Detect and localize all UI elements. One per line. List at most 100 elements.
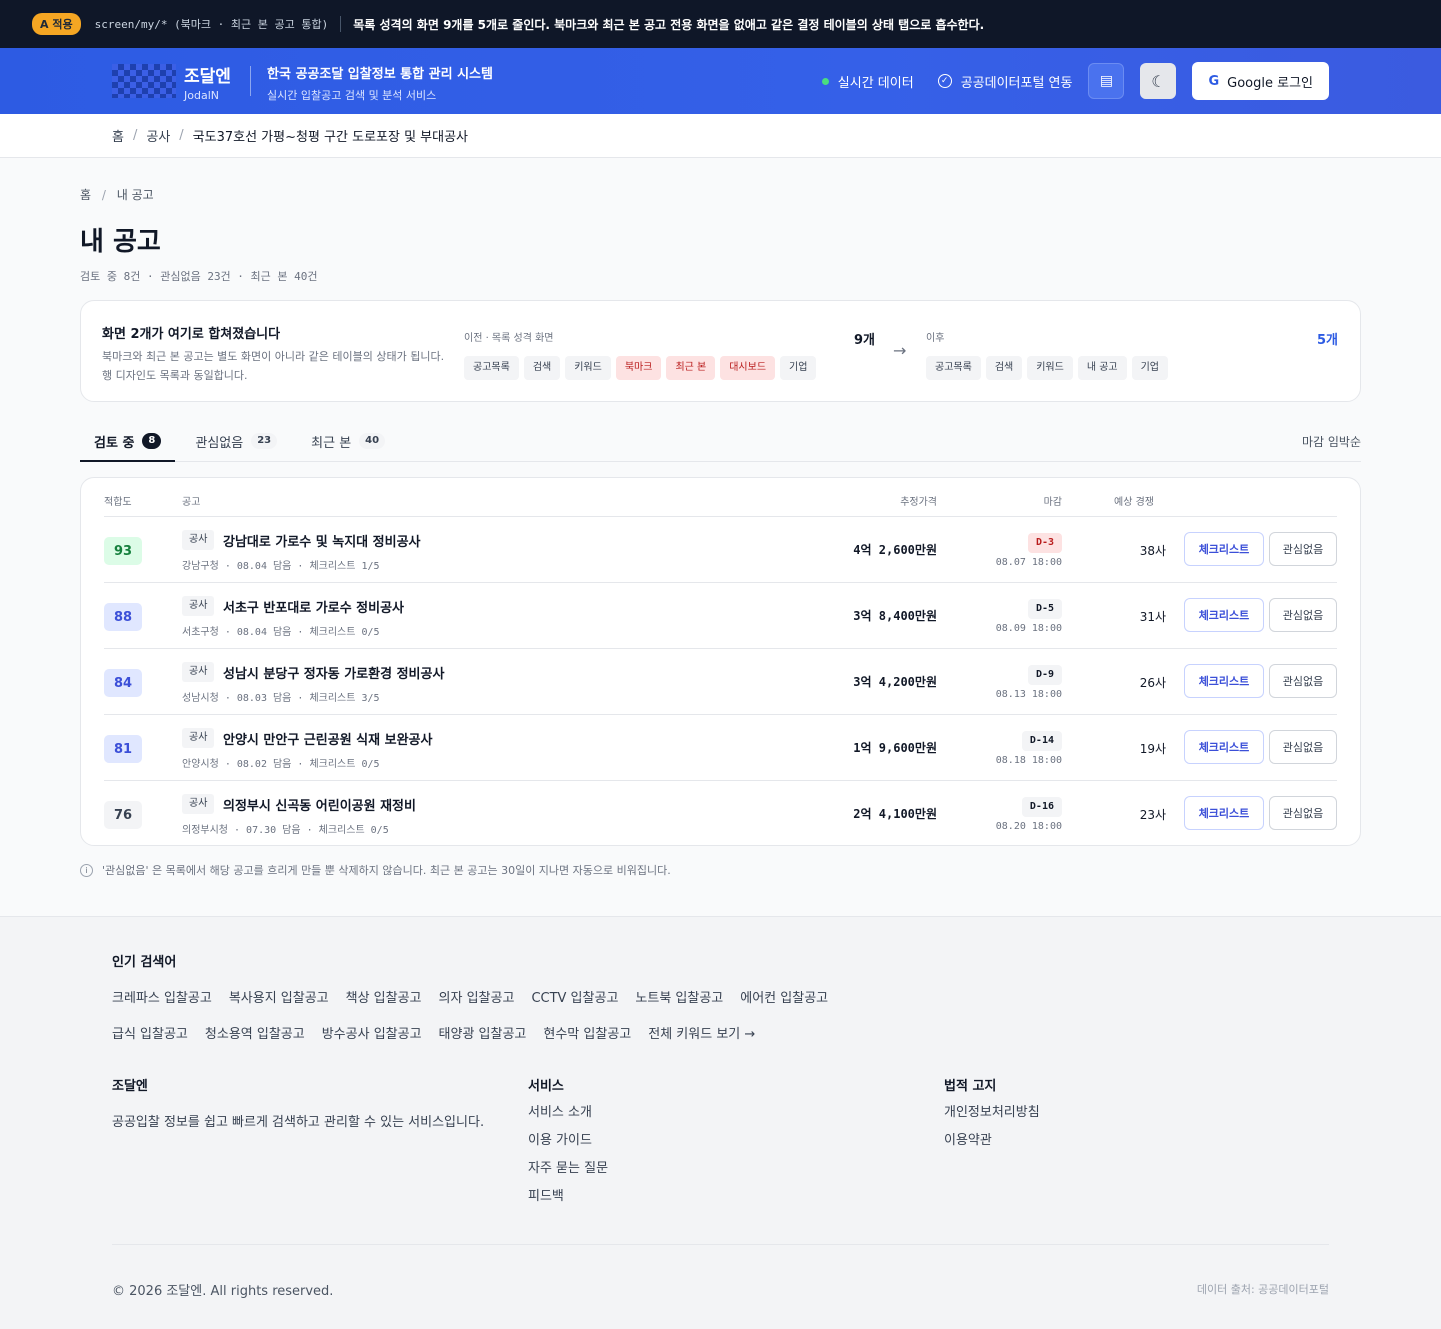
- estimated-price: 1억 9,600만원: [853, 741, 937, 755]
- keyword-link[interactable]: 전체 키워드 보기 →: [648, 1023, 755, 1042]
- dismiss-button[interactable]: 관심없음: [1269, 730, 1337, 764]
- after-chip: 검색: [985, 356, 1023, 380]
- expected-competition: 19사: [1139, 742, 1166, 756]
- brand[interactable]: 조달엔 JodalN: [184, 62, 231, 102]
- service-link[interactable]: 이용 가이드: [528, 1132, 608, 1150]
- keyword-link[interactable]: 책상 입찰공고: [346, 987, 422, 1006]
- tab-2[interactable]: 최근 본 40: [297, 426, 399, 462]
- keyword-link[interactable]: CCTV 입찰공고: [531, 987, 618, 1006]
- fit-score-badge: 84: [104, 669, 142, 697]
- expected-competition: 38사: [1139, 544, 1166, 558]
- breadcrumb: 홈 / 공사 / 국도37호선 가평~청평 구간 도로포장 및 부대공사: [0, 114, 1441, 158]
- checklist-button[interactable]: 체크리스트: [1184, 532, 1264, 566]
- table-row[interactable]: 88 공사 서초구 반포대로 가로수 정비공사 서초구청 · 08.04 담음 · 체…: [104, 583, 1337, 649]
- breadcrumb-separator: /: [101, 188, 106, 202]
- after-chip: 기업: [1131, 356, 1169, 380]
- legal-column: 법적 고지 개인정보처리방침이용약관: [944, 1075, 1040, 1150]
- banner-divider: [340, 16, 342, 32]
- tab-0[interactable]: 검토 중 8: [80, 426, 176, 462]
- feedback-button[interactable]: ▤: [1088, 63, 1125, 99]
- breadcrumb-separator: /: [179, 128, 184, 143]
- keyword-link[interactable]: 현수막 입찰공고: [543, 1023, 631, 1042]
- logo-image[interactable]: [112, 64, 176, 98]
- expected-competition: 23사: [1139, 808, 1166, 822]
- header-divider: [250, 66, 251, 96]
- legal-heading: 법적 고지: [944, 1079, 997, 1094]
- col-price: 추정가격: [900, 497, 937, 508]
- legal-link[interactable]: 이용약관: [944, 1132, 1040, 1150]
- notice-title-link[interactable]: 성남시 분당구 정자동 가로환경 정비공사: [223, 663, 444, 682]
- notice-meta: 의정부시청 · 07.30 담음 · 체크리스트 0/5: [182, 825, 389, 836]
- tab-1[interactable]: 관심없음 23: [181, 426, 291, 462]
- theme-toggle-button[interactable]: ☾: [1140, 63, 1177, 99]
- keyword-row-1: 크레파스 입찰공고 복사용지 입찰공고 책상 입찰공고 의자 입찰공고 CCTV 입찰공…: [112, 987, 845, 1006]
- header-actions: 실시간 데이터 ✓ 공공데이터포털 연동 ▤ ☾ G Google 로그인: [821, 62, 1329, 100]
- before-block: 이전 · 목록 성격 화면 공고목록 검색 키워드 북마크 최근 본 대시보드 기업: [464, 329, 821, 380]
- breadcrumb-home[interactable]: 홈: [112, 126, 124, 145]
- info-icon: i: [80, 863, 93, 877]
- google-icon: G: [1208, 73, 1220, 89]
- service-link[interactable]: 피드백: [528, 1188, 608, 1206]
- after-label: 이후: [926, 333, 945, 344]
- site-footer: 인기 검색어 크레파스 입찰공고 복사용지 입찰공고 책상 입찰공고 의자 입찰공고 C…: [0, 916, 1441, 1329]
- notice-title-link[interactable]: 의정부시 신곡동 어린이공원 재정비: [223, 795, 416, 814]
- top-banner: A 적용 screen/my/* (북마크 · 최근 본 공고 통합) 목록 성…: [0, 0, 1441, 48]
- keyword-link[interactable]: 태양광 입찰공고: [439, 1023, 527, 1042]
- chat-icon: ▤: [1099, 73, 1114, 89]
- keyword-link[interactable]: 에어컨 입찰공고: [740, 987, 828, 1006]
- keyword-link[interactable]: 노트북 입찰공고: [635, 987, 723, 1006]
- service-link[interactable]: 자주 묻는 질문: [528, 1160, 608, 1178]
- keyword-link[interactable]: 방수공사 입찰공고: [322, 1023, 422, 1042]
- keyword-link[interactable]: 급식 입찰공고: [112, 1023, 188, 1042]
- notice-title-link[interactable]: 서초구 반포대로 가로수 정비공사: [223, 597, 404, 616]
- keyword-link[interactable]: 의자 입찰공고: [439, 987, 515, 1006]
- applied-badge: A 적용: [32, 13, 81, 35]
- table-row[interactable]: 81 공사 안양시 만안구 근린공원 식재 보완공사 안양시청 · 08.02 담음 …: [104, 715, 1337, 781]
- system-title-block: 한국 공공조달 입찰정보 통합 관리 시스템 실시간 입찰공고 검색 및 분석 …: [267, 63, 493, 103]
- info-note-text: '관심없음' 은 목록에서 해당 공고를 흐리게 만들 뿐 삭제하지 않습니다.…: [102, 864, 671, 877]
- table-row[interactable]: 84 공사 성남시 분당구 정자동 가로환경 정비공사 성남시청 · 08.03 담음…: [104, 649, 1337, 715]
- legal-link[interactable]: 개인정보처리방침: [944, 1104, 1040, 1122]
- before-chip: 기업: [780, 356, 817, 380]
- merge-description: 북마크와 최근 본 공고는 별도 화면이 아니라 같은 테이블의 상태가 됩니다…: [102, 350, 445, 382]
- service-link[interactable]: 서비스 소개: [528, 1104, 608, 1122]
- merge-info-card: 화면 2개가 여기로 합쳐졌습니다 북마크와 최근 본 공고는 별도 화면이 아…: [80, 300, 1361, 402]
- col-competition: 예상 경쟁: [1114, 497, 1154, 508]
- check-circle-icon: ✓: [937, 74, 952, 88]
- copyright: © 2026 조달엔. All rights reserved.: [112, 1284, 334, 1299]
- page-breadcrumb: 홈 / 내 공고: [80, 158, 1361, 203]
- fit-score-badge: 76: [104, 801, 142, 829]
- keyword-link[interactable]: 청소용역 입찰공고: [205, 1023, 305, 1042]
- notice-title-link[interactable]: 안양시 만안구 근린공원 식재 보완공사: [223, 729, 432, 748]
- footer-divider: [112, 1244, 1329, 1245]
- dismiss-button[interactable]: 관심없음: [1269, 796, 1337, 830]
- keyword-link[interactable]: 크레파스 입찰공고: [112, 987, 212, 1006]
- page-title: 내 공고: [80, 227, 161, 257]
- table-row[interactable]: 76 공사 의정부시 신곡동 어린이공원 재정비 의정부시청 · 07.30 담음 ·…: [104, 781, 1337, 847]
- after-chip: 내 공고: [1077, 356, 1127, 380]
- tab-list: 검토 중 8 관심없음 23 최근 본 40: [80, 426, 405, 462]
- dismiss-button[interactable]: 관심없음: [1269, 598, 1337, 632]
- moon-icon: ☾: [1151, 71, 1166, 91]
- sort-dropdown[interactable]: 마감 임박순: [1302, 433, 1361, 450]
- checklist-button[interactable]: 체크리스트: [1184, 730, 1264, 764]
- dismiss-button[interactable]: 관심없음: [1269, 532, 1337, 566]
- google-login-button[interactable]: G Google 로그인: [1192, 62, 1329, 100]
- after-block: 이후 공고목록 검색 키워드 내 공고 기업: [926, 329, 1173, 380]
- portal-label: 공공데이터포털 연동: [960, 75, 1073, 91]
- dismiss-button[interactable]: 관심없음: [1269, 664, 1337, 698]
- breadcrumb-category[interactable]: 공사: [146, 126, 170, 145]
- notice-title-link[interactable]: 강남대로 가로수 및 녹지대 정비공사: [223, 531, 421, 550]
- live-label: 실시간 데이터: [837, 75, 914, 91]
- table-row[interactable]: 93 공사 강남대로 가로수 및 녹지대 정비공사 강남구청 · 08.04 담음 ·…: [104, 517, 1337, 583]
- checklist-button[interactable]: 체크리스트: [1184, 796, 1264, 830]
- dday-badge: D-9: [1027, 665, 1062, 685]
- service-links: 서비스 소개이용 가이드자주 묻는 질문피드백: [528, 1104, 608, 1206]
- deadline-date: 08.07 18:00: [995, 557, 1062, 568]
- page-breadcrumb-home[interactable]: 홈: [80, 188, 91, 202]
- breadcrumb-current: 국도37호선 가평~청평 구간 도로포장 및 부대공사: [192, 130, 469, 145]
- checklist-button[interactable]: 체크리스트: [1184, 664, 1264, 698]
- keyword-link[interactable]: 복사용지 입찰공고: [229, 987, 329, 1006]
- checklist-button[interactable]: 체크리스트: [1184, 598, 1264, 632]
- about-column: 조달엔 공공입찰 정보를 쉽고 빠르게 검색하고 관리할 수 있는 서비스입니다…: [112, 1075, 502, 1134]
